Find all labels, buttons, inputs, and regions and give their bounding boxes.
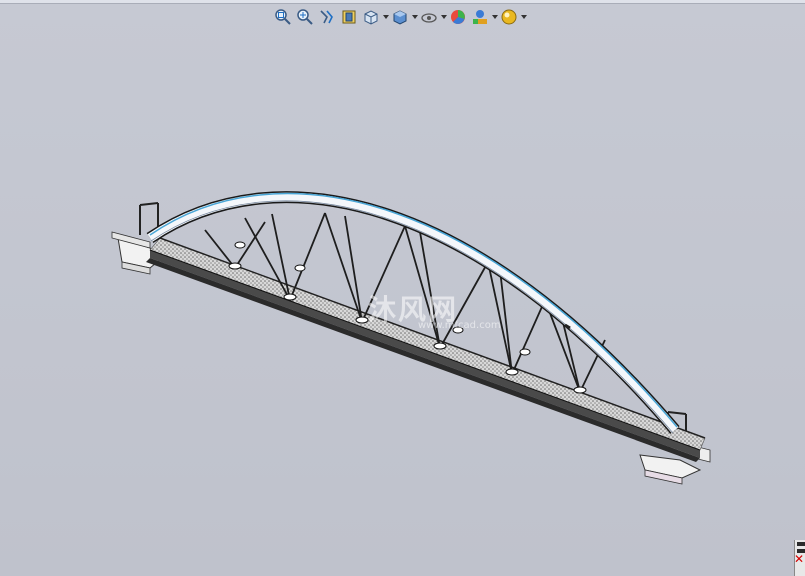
apply-scene-button[interactable]: [469, 6, 491, 28]
bridge-deck: [146, 237, 706, 462]
view-settings-button[interactable]: [498, 6, 520, 28]
view-orientation-icon: [364, 10, 378, 25]
edit-appearance-button[interactable]: [447, 6, 469, 28]
display-style-icon: [393, 10, 407, 25]
zoom-to-area-button[interactable]: [294, 6, 316, 28]
previous-view-button[interactable]: [316, 6, 338, 28]
hide-show-dropdown[interactable]: [440, 6, 447, 28]
view-orientation-button[interactable]: [360, 6, 382, 28]
heads-up-view-toolbar: [272, 6, 527, 28]
apply-scene-dropdown[interactable]: [491, 6, 498, 28]
chevron-down-icon: [440, 15, 447, 19]
display-style-button[interactable]: [389, 6, 411, 28]
display-style-dropdown[interactable]: [411, 6, 418, 28]
watermark-url: www.mfcad.com: [418, 320, 501, 331]
window-top-edge: [0, 0, 805, 4]
apply-scene-icon: [473, 10, 487, 24]
section-view-icon: [342, 10, 356, 24]
graphics-viewport[interactable]: 沐风网 www.mfcad.com: [0, 30, 805, 576]
chevron-down-icon: [491, 15, 498, 19]
view-orientation-dropdown[interactable]: [382, 6, 389, 28]
hide-show-icon: [421, 13, 437, 23]
hide-show-items-button[interactable]: [418, 6, 440, 28]
view-settings-dropdown[interactable]: [520, 6, 527, 28]
close-icon[interactable]: ✕: [794, 552, 804, 566]
zoom-area-icon: [297, 9, 313, 25]
zoom-to-fit-button[interactable]: [272, 6, 294, 28]
chevron-down-icon: [382, 15, 389, 19]
corner-bar: [797, 542, 805, 546]
view-settings-icon: [501, 9, 517, 25]
section-view-button[interactable]: [338, 6, 360, 28]
chevron-down-icon: [411, 15, 418, 19]
edit-appearance-icon: [451, 10, 465, 24]
previous-view-icon: [320, 10, 333, 24]
zoom-to-fit-icon: [275, 9, 291, 25]
chevron-down-icon: [520, 15, 527, 19]
